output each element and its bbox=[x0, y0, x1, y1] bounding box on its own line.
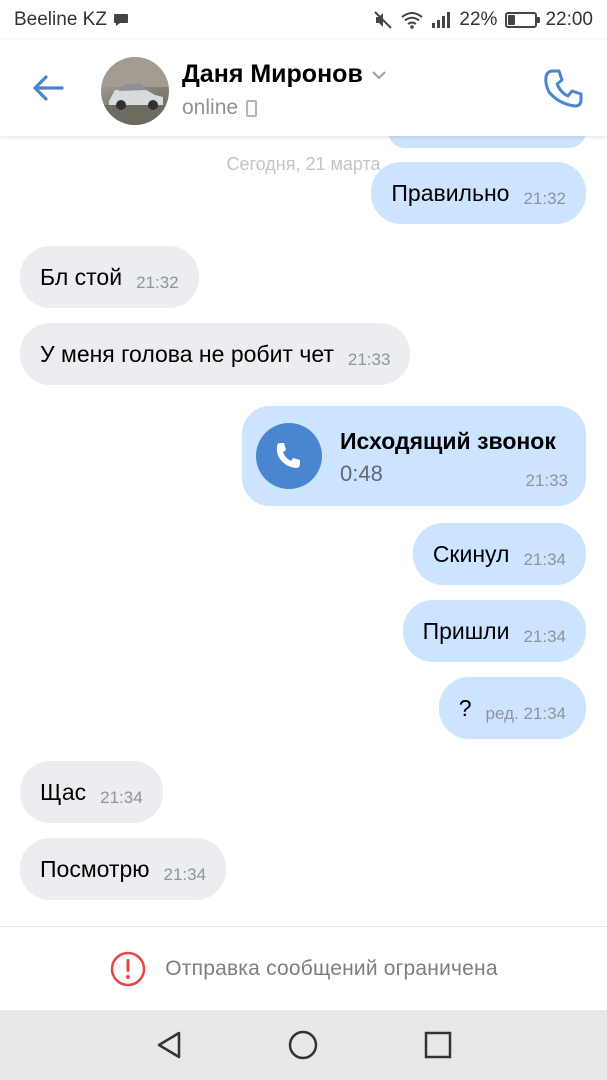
message-text: У меня голова не робит чет bbox=[40, 340, 334, 367]
call-title: Исходящий звонок bbox=[340, 428, 556, 454]
message-bubble-incoming[interactable]: Бл стой 21:32 bbox=[20, 246, 199, 308]
message-time: 21:34 bbox=[100, 788, 143, 807]
message-bubble-incoming[interactable]: У меня голова не робит чет 21:33 bbox=[20, 323, 411, 385]
phone-icon bbox=[276, 443, 300, 468]
message-bubble-partial[interactable] bbox=[388, 136, 586, 148]
signal-icon bbox=[432, 12, 451, 28]
presence-text: online bbox=[182, 96, 239, 119]
message-time: 21:32 bbox=[136, 273, 179, 292]
phone-icon[interactable] bbox=[541, 66, 585, 110]
outgoing-call-bubble[interactable]: Исходящий звонок 0:48 21:33 bbox=[242, 406, 586, 506]
call-duration: 0:48 bbox=[340, 461, 383, 486]
message-text: Бл стой bbox=[40, 263, 123, 290]
contact-name[interactable]: Даня Миронов bbox=[182, 60, 387, 89]
restricted-text: Отправка сообщений ограничена bbox=[165, 956, 498, 980]
message-time: 21:34 bbox=[163, 865, 207, 884]
message-list[interactable]: Сегодня, 21 марта Правильно 21:32 Бл сто… bbox=[0, 136, 607, 926]
system-navigation-bar bbox=[0, 1010, 607, 1080]
message-bubble-outgoing[interactable]: Пришли 21:34 bbox=[402, 600, 586, 662]
message-time: 21:33 bbox=[525, 471, 568, 490]
message-text: Скинул bbox=[432, 540, 510, 567]
message-text: Пришли bbox=[422, 617, 510, 644]
back-triangle-icon[interactable] bbox=[152, 1028, 186, 1062]
presence-status: online bbox=[182, 96, 258, 120]
recents-square-icon[interactable] bbox=[421, 1028, 455, 1062]
messaging-restricted-bar: Отправка сообщений ограничена bbox=[0, 926, 607, 1010]
message-time: 21:34 bbox=[523, 627, 566, 646]
message-bubble-outgoing[interactable]: Правильно 21:32 bbox=[371, 162, 586, 224]
message-text: Посмотрю bbox=[40, 855, 150, 882]
message-bubble-outgoing[interactable]: ? ред. 21:34 bbox=[438, 677, 586, 739]
home-circle-icon[interactable] bbox=[286, 1028, 320, 1062]
message-text: ? bbox=[458, 694, 472, 721]
message-time: 21:34 bbox=[523, 550, 566, 569]
mobile-device-icon bbox=[246, 99, 258, 117]
message-time: ред. 21:34 bbox=[485, 704, 566, 723]
clock: 22:00 bbox=[545, 9, 593, 30]
battery-percent: 22% bbox=[459, 9, 498, 30]
carrier-label: Beeline KZ bbox=[14, 9, 107, 30]
chat-header: Даня Миронов online bbox=[0, 40, 607, 136]
chat-notification-icon bbox=[113, 14, 128, 26]
message-text: Щас bbox=[40, 778, 87, 805]
back-arrow-icon[interactable] bbox=[28, 68, 68, 108]
mute-icon bbox=[374, 11, 393, 29]
message-bubble-incoming[interactable]: Посмотрю 21:34 bbox=[20, 838, 227, 900]
warning-icon bbox=[111, 951, 146, 986]
avatar[interactable] bbox=[101, 57, 169, 125]
message-time: 21:33 bbox=[347, 350, 391, 369]
message-text: Правильно bbox=[391, 179, 510, 206]
contact-name-text: Даня Миронов bbox=[182, 60, 363, 88]
message-time: 21:32 bbox=[523, 189, 566, 208]
message-bubble-outgoing[interactable]: Скинул 21:34 bbox=[412, 523, 586, 585]
call-button[interactable] bbox=[256, 423, 322, 489]
message-bubble-incoming[interactable]: Щас 21:34 bbox=[20, 761, 163, 823]
battery-icon bbox=[505, 12, 541, 28]
wifi-icon bbox=[401, 12, 424, 29]
car-photo-icon bbox=[101, 57, 169, 125]
status-bar: Beeline KZ 22% 22:00 bbox=[0, 0, 607, 40]
chevron-down-icon[interactable] bbox=[371, 70, 387, 80]
